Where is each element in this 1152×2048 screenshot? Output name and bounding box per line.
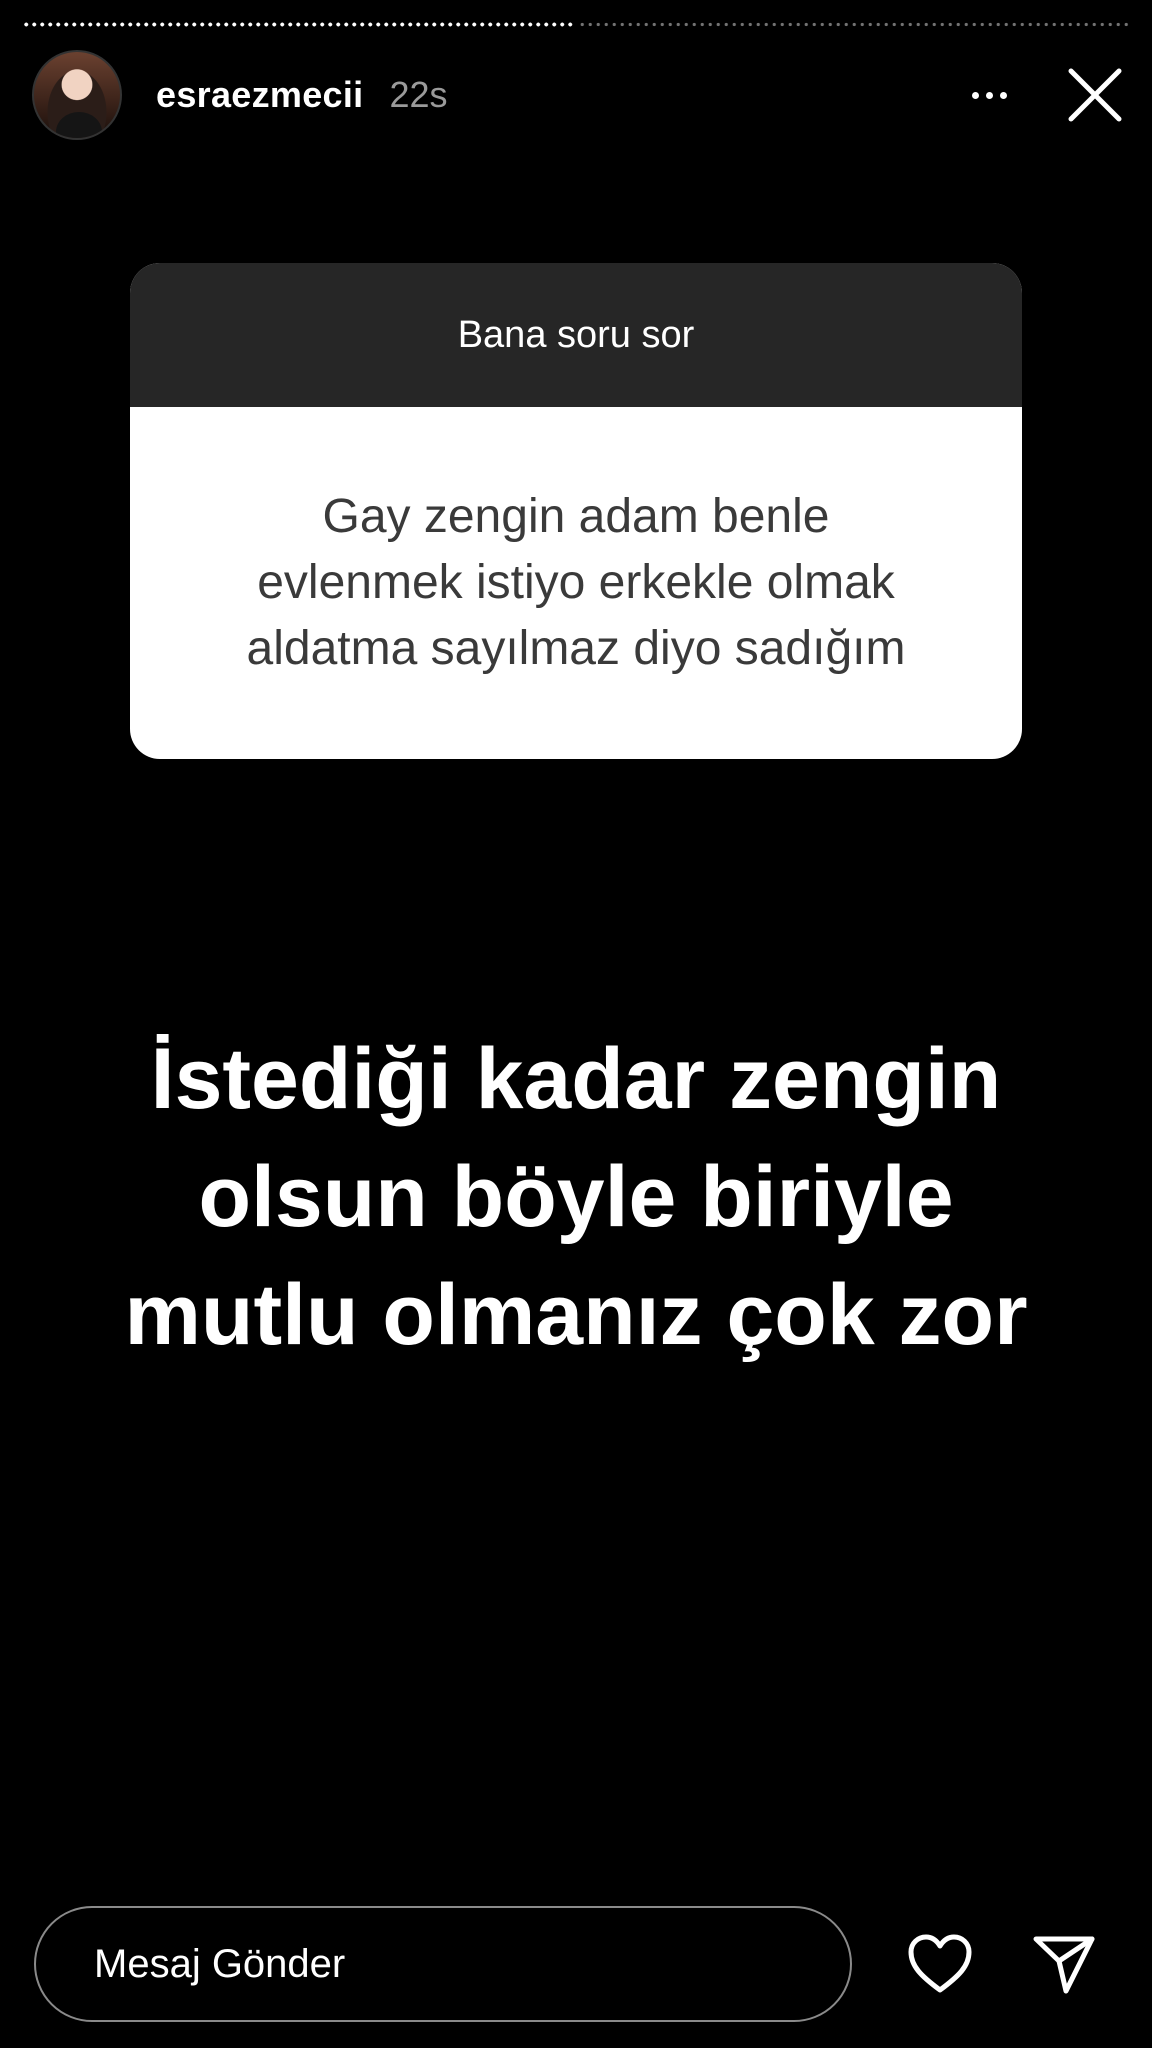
question-sticker: Bana soru sor Gay zengin adam benle evle… [130, 263, 1022, 759]
share-button[interactable] [1024, 1924, 1104, 2004]
answer-text: İstediği kadar zengin olsun böyle biriyl… [124, 1031, 1028, 1363]
message-input[interactable] [34, 1906, 852, 2022]
question-text: Gay zengin adam benle evlenmek istiyo er… [246, 490, 906, 675]
close-icon [1068, 68, 1122, 122]
close-button[interactable] [1060, 60, 1130, 130]
progress-segment-viewed [22, 22, 575, 27]
progress-segment-remaining [577, 22, 1130, 27]
story-viewer: esraezmecii 22s Bana soru sor Gay zengin… [0, 0, 1152, 2048]
send-icon [1033, 1936, 1095, 1994]
more-horizontal-icon [971, 91, 979, 99]
more-options-button[interactable] [954, 65, 1024, 125]
story-progress [22, 22, 1130, 27]
username[interactable]: esraezmecii [156, 74, 363, 116]
avatar[interactable] [32, 50, 122, 140]
story-footer [34, 1904, 1118, 2024]
post-time: 22s [389, 74, 448, 115]
question-sticker-title: Bana soru sor [130, 263, 1022, 407]
heart-icon [908, 1934, 972, 1993]
like-button[interactable] [900, 1924, 980, 2004]
story-header: esraezmecii 22s [32, 50, 1130, 140]
